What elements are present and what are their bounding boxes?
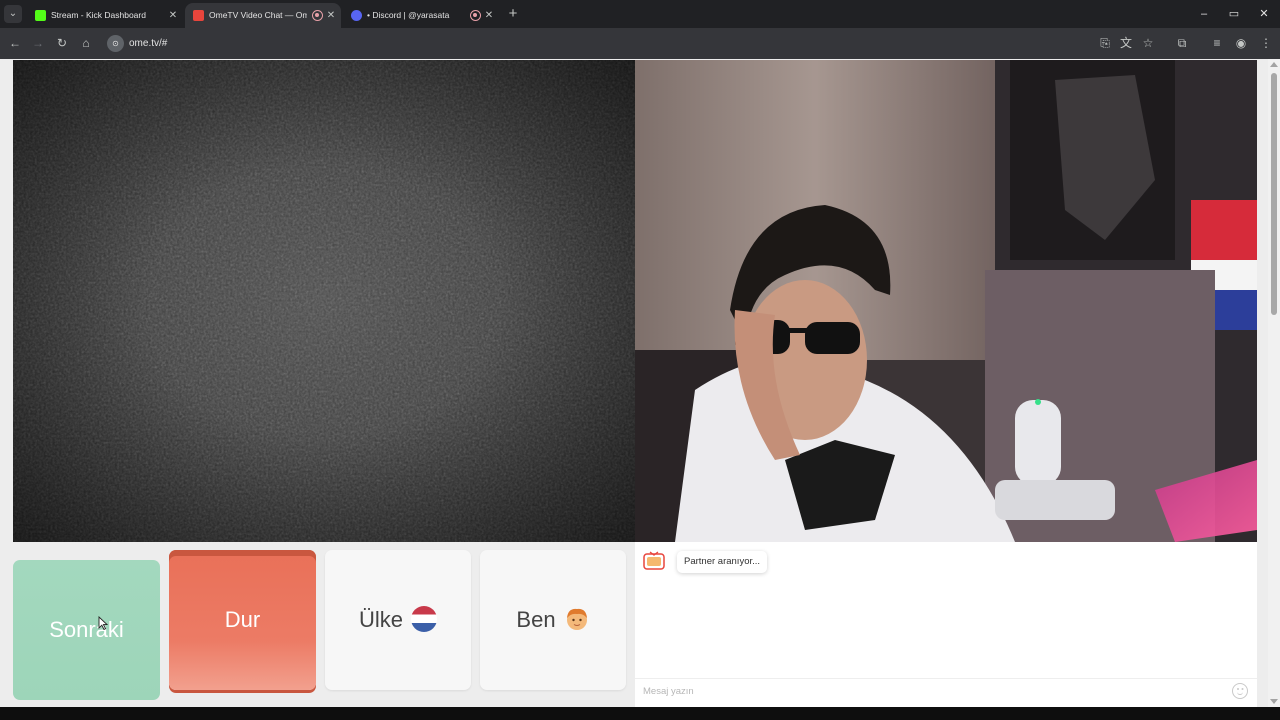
scroll-up-arrow-icon[interactable]	[1270, 62, 1278, 67]
recording-icon	[312, 10, 323, 21]
tab-title: OmeTV Video Chat — Ome	[209, 10, 307, 20]
tab-title: • Discord | @yarasata	[367, 10, 450, 20]
browser-tab-strip: ⌄ Stream - Kick Dashboard ✕ OmeTV Video …	[0, 0, 1280, 28]
profile-avatar-icon[interactable]: ◉	[1232, 34, 1250, 52]
maximize-button[interactable]: ▭	[1220, 4, 1248, 24]
back-icon[interactable]: ←	[6, 34, 24, 52]
tab-discord[interactable]: • Discord | @yarasata ✕	[343, 3, 499, 28]
me-label: Ben	[516, 607, 556, 632]
tab-kick-dashboard[interactable]: Stream - Kick Dashboard ✕	[27, 3, 183, 28]
tab-ometv[interactable]: OmeTV Video Chat — Ome ✕	[185, 3, 341, 28]
site-info-icon[interactable]: ⊙	[107, 35, 124, 52]
home-icon[interactable]: ⌂	[77, 34, 95, 52]
forward-icon[interactable]: →	[29, 34, 47, 52]
close-window-button[interactable]: ✕	[1250, 4, 1278, 24]
bottom-border	[0, 707, 1280, 720]
gender-self-button[interactable]: Ben	[480, 550, 626, 690]
scroll-down-arrow-icon[interactable]	[1270, 699, 1278, 704]
ometv-icon	[193, 10, 204, 21]
next-button[interactable]: Sonraki	[13, 560, 160, 700]
recording-icon	[470, 10, 481, 21]
page-scrollbar[interactable]	[1268, 59, 1280, 707]
menu-kebab-icon[interactable]: ⋮	[1257, 34, 1275, 52]
chat-status-message: Partner aranıyor...	[677, 551, 768, 573]
extensions-icon[interactable]: ⧉	[1173, 34, 1191, 52]
ometv-logo-icon	[643, 551, 665, 570]
netherlands-flag-icon	[411, 606, 437, 633]
browser-toolbar: ← → ↻ ⌂ ⊙ ome.tv/# ⎘ 文 ☆ ⧉ ≡ ◉ ⋮	[0, 28, 1280, 59]
scroll-thumb[interactable]	[1271, 73, 1277, 315]
install-app-icon[interactable]: ⎘	[1096, 34, 1114, 52]
emoji-picker-icon[interactable]	[1232, 683, 1248, 699]
stop-button[interactable]: Dur	[169, 550, 316, 690]
tab-close-icon[interactable]: ✕	[167, 3, 179, 28]
country-label: Ülke	[358, 607, 403, 632]
chat-panel: Partner aranıyor...	[635, 542, 1257, 707]
media-controls-icon[interactable]: ≡	[1208, 34, 1226, 52]
tab-title: Stream - Kick Dashboard	[51, 10, 146, 20]
country-filter-button[interactable]: Ülke	[325, 550, 471, 690]
partner-video-static	[13, 60, 635, 542]
mouse-cursor-icon	[98, 616, 108, 630]
boy-emoji-icon	[566, 609, 587, 631]
translate-icon[interactable]: 文	[1117, 34, 1135, 52]
stop-label: Dur	[224, 607, 261, 632]
message-input[interactable]	[635, 678, 1257, 704]
tab-close-icon[interactable]: ✕	[483, 3, 495, 28]
reload-icon[interactable]: ↻	[53, 34, 71, 52]
self-camera-video	[635, 60, 1257, 542]
minimize-button[interactable]: –	[1190, 4, 1218, 24]
next-label: Sonraki	[49, 617, 124, 642]
video-noise	[13, 60, 635, 542]
bookmark-star-icon[interactable]: ☆	[1139, 34, 1157, 52]
tab-search-button[interactable]: ⌄	[4, 5, 22, 23]
discord-icon	[351, 10, 362, 21]
tab-close-icon[interactable]: ✕	[325, 3, 337, 28]
url-text: ome.tv/#	[129, 38, 168, 49]
address-bar[interactable]: ⊙ ome.tv/#	[104, 32, 1164, 55]
ometv-page: Sonraki Dur Ülke Ben Partner aranıyor...	[0, 59, 1280, 707]
kick-icon	[35, 10, 46, 21]
webcam-feed	[635, 60, 1257, 542]
new-tab-button[interactable]: +	[505, 4, 521, 24]
